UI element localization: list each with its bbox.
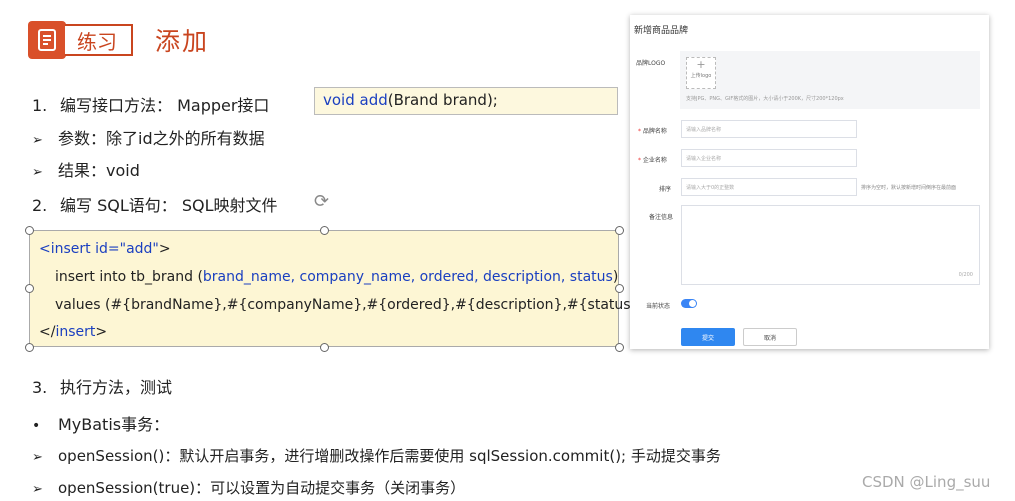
step-number: 1. xyxy=(32,96,48,115)
cancel-button[interactable]: 取消 xyxy=(743,328,797,346)
order-hint: 排序为空时，默认按新增时间倒序在最前面 xyxy=(861,185,957,191)
toggle-knob xyxy=(689,300,696,307)
upload-text: 上传logo xyxy=(690,73,712,79)
arrow-bullet-icon: ➢ xyxy=(32,165,43,180)
mybatis-title: • MyBatis事务： xyxy=(32,415,170,434)
submit-button[interactable]: 提交 xyxy=(681,328,735,346)
step-1: 1. 编写接口方法： Mapper接口 xyxy=(32,92,269,116)
status-label: 当前状态 xyxy=(646,303,671,310)
logo-upload-area: + 上传logo 支持JPG、PNG、GIF格式的图片，大小请小于200K，尺寸… xyxy=(680,51,980,109)
plus-icon: + xyxy=(696,58,706,71)
upload-hint: 支持JPG、PNG、GIF格式的图片，大小请小于200K，尺寸200*120px xyxy=(686,96,844,102)
result-item: ➢ 结果：void xyxy=(32,157,140,181)
practice-label: 练习 xyxy=(65,24,133,56)
watermark: CSDN @Ling_suu xyxy=(862,473,991,491)
brand-name-input[interactable]: 请输入品牌名称 xyxy=(681,120,857,138)
code-line-4: </insert> xyxy=(39,324,108,340)
code-line-2: insert into tb_brand (brand_name, compan… xyxy=(55,269,619,285)
step-text: 编写接口方法： Mapper接口 xyxy=(60,96,270,115)
code-keyword: void add xyxy=(323,91,388,109)
arrow-bullet-icon: ➢ xyxy=(32,482,43,497)
mapper-code-box: void add(Brand brand); xyxy=(314,87,618,115)
result-text: 结果：void xyxy=(58,161,140,180)
page-title: 添加 xyxy=(155,27,210,56)
upload-button[interactable]: + 上传logo xyxy=(686,57,716,89)
code-rest: (Brand brand); xyxy=(387,91,498,109)
status-toggle[interactable] xyxy=(681,299,697,308)
add-brand-form: 新增商品品牌 品牌LOGO + 上传logo 支持JPG、PNG、GIF格式的图… xyxy=(630,15,989,349)
brand-name-label: * 品牌名称 xyxy=(638,128,667,135)
param-item: ➢ 参数：除了id之外的所有数据 xyxy=(32,125,265,149)
arrow-bullet-icon: ➢ xyxy=(32,450,43,465)
dot-bullet-icon: • xyxy=(32,418,41,434)
form-title: 新增商品品牌 xyxy=(634,26,689,36)
slide-header: 练习 添加 xyxy=(28,21,209,59)
step-text: 执行方法，测试 xyxy=(60,378,173,397)
step-3: 3. 执行方法，测试 xyxy=(32,374,172,398)
code-line-1: <insert id="add"> xyxy=(39,241,171,257)
company-name-label: * 企业名称 xyxy=(638,157,667,164)
char-counter: 0/200 xyxy=(958,272,973,278)
remark-textarea[interactable]: 0/200 xyxy=(681,205,980,285)
param-text: 参数：除了id之外的所有数据 xyxy=(58,129,265,148)
arrow-bullet-icon: ➢ xyxy=(32,133,43,148)
sql-code-box[interactable]: <insert id="add"> insert into tb_brand (… xyxy=(29,230,650,347)
document-icon xyxy=(28,21,66,59)
step-text: 编写 SQL语句： SQL映射文件 xyxy=(60,196,278,215)
resize-handle[interactable] xyxy=(25,343,34,352)
step-number: 3. xyxy=(32,378,48,397)
resize-handle[interactable] xyxy=(615,284,624,293)
resize-handle[interactable] xyxy=(25,284,34,293)
mybatis-item: ➢ openSession(true)：可以设置为自动提交事务（关闭事务） xyxy=(32,479,466,497)
order-input[interactable]: 请输入大于0的正整数 xyxy=(681,178,857,196)
resize-handle[interactable] xyxy=(320,226,329,235)
resize-handle[interactable] xyxy=(25,226,34,235)
step-2: 2. 编写 SQL语句： SQL映射文件 xyxy=(32,192,278,216)
resize-handle[interactable] xyxy=(320,343,329,352)
logo-label: 品牌LOGO xyxy=(636,60,666,67)
mybatis-item: ➢ openSession()：默认开启事务，进行增删改操作后需要使用 sqlSe… xyxy=(32,447,721,465)
rotate-handle-icon[interactable]: ⟳ xyxy=(314,191,329,212)
resize-handle[interactable] xyxy=(615,226,624,235)
code-line-3: values (#{brandName},#{companyName},#{or… xyxy=(55,297,650,313)
order-label: 排序 xyxy=(659,186,672,193)
resize-handle[interactable] xyxy=(615,343,624,352)
company-name-input[interactable]: 请输入企业名称 xyxy=(681,149,857,167)
step-number: 2. xyxy=(32,196,48,215)
remark-label: 备注信息 xyxy=(649,214,674,221)
